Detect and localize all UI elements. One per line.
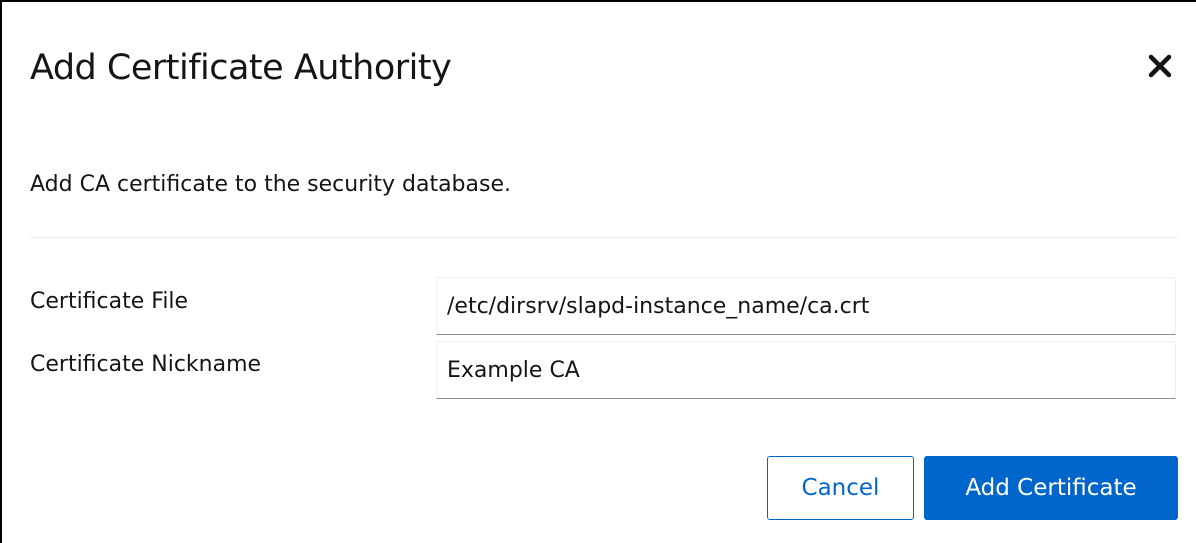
dialog-title: Add Certificate Authority [30, 48, 452, 88]
dialog-description: Add CA certificate to the security datab… [30, 172, 511, 197]
certificate-nickname-input[interactable] [436, 341, 1176, 399]
certificate-nickname-label: Certificate Nickname [30, 352, 262, 377]
certificate-file-label: Certificate File [30, 289, 189, 314]
window-border-left [0, 0, 2, 543]
close-icon [1148, 54, 1172, 78]
add-certificate-button[interactable]: Add Certificate [924, 456, 1178, 520]
certificate-file-input[interactable] [436, 277, 1176, 335]
window-border-top [0, 0, 1196, 2]
cancel-button[interactable]: Cancel [767, 456, 914, 520]
close-button[interactable] [1138, 44, 1182, 88]
divider [30, 237, 1178, 238]
